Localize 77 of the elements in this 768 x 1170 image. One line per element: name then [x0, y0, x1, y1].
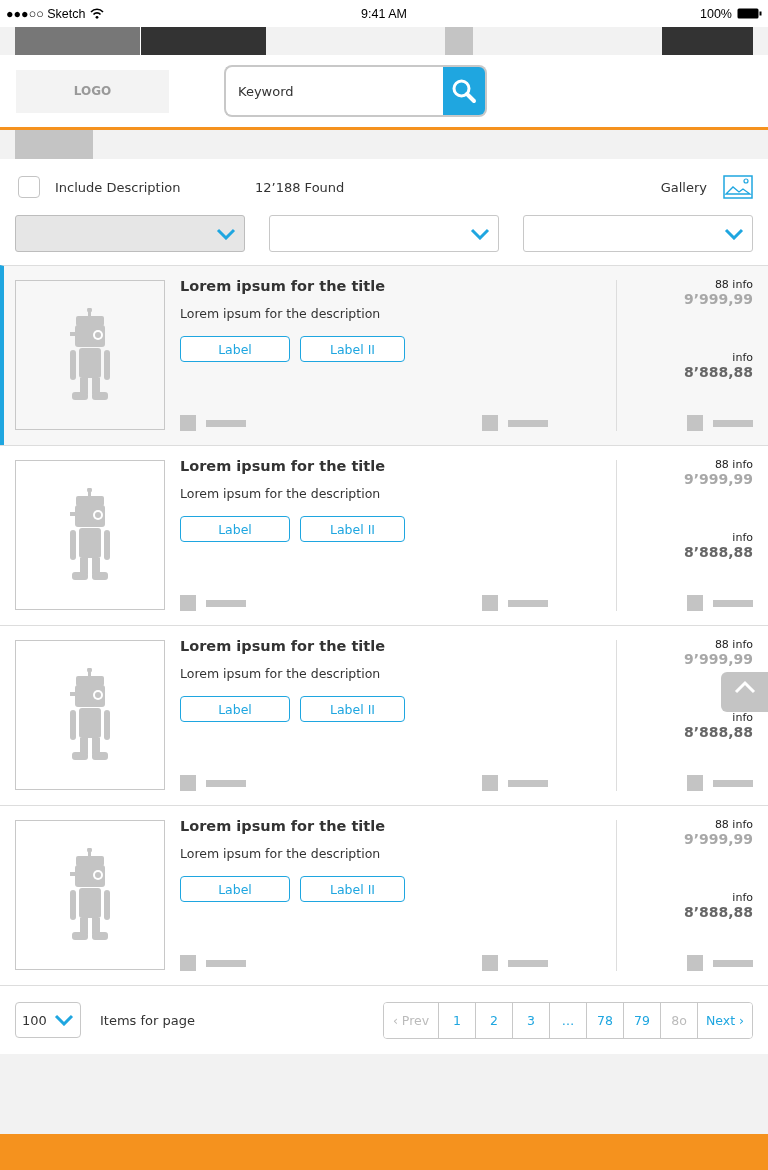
page-size-value: 100 [22, 1012, 47, 1028]
nav-placeholder[interactable] [15, 27, 141, 55]
result-description: Lorem ipsum for the description [180, 666, 382, 681]
nav-placeholder[interactable] [445, 27, 473, 55]
robot-icon [68, 308, 112, 402]
label-tag[interactable]: Label [180, 696, 290, 722]
robot-icon [68, 488, 112, 582]
placeholder-icon [180, 595, 196, 611]
placeholder-icon [180, 775, 196, 791]
result-title[interactable]: Lorem ipsum for the title [180, 638, 548, 654]
price: 8’888,88 [683, 904, 753, 920]
chevron-down-icon [53, 1014, 74, 1026]
nav-placeholder[interactable] [141, 27, 266, 55]
checkbox[interactable] [18, 176, 40, 198]
image-icon[interactable] [723, 175, 753, 199]
placeholder-icon [482, 955, 498, 971]
placeholder-icon [687, 595, 703, 611]
info-text: 88 info [714, 638, 753, 651]
old-price: 9’999,99 [683, 471, 753, 487]
price: 8’888,88 [683, 724, 753, 740]
result-title[interactable]: Lorem ipsum for the title [180, 278, 548, 294]
page-link[interactable]: Next › [697, 1002, 752, 1038]
label-tag[interactable]: Label II [300, 336, 405, 362]
tab-placeholder[interactable] [15, 130, 93, 159]
old-price: 9’999,99 [683, 651, 753, 667]
old-price: 9’999,99 [683, 831, 753, 847]
gallery-label: Gallery [660, 179, 707, 195]
page-size-label: Items for page [100, 1012, 195, 1028]
info-text: info [732, 891, 753, 904]
chevron-down-icon [724, 227, 744, 240]
info-text: 88 info [714, 458, 753, 471]
placeholder-icon [687, 955, 703, 971]
label-tag[interactable]: Label [180, 876, 290, 902]
robot-icon [68, 848, 112, 942]
result-description: Lorem ipsum for the description [180, 306, 382, 321]
label-tag[interactable]: Label II [300, 516, 405, 542]
info-text: info [732, 711, 753, 724]
label-tag[interactable]: Label II [300, 876, 405, 902]
placeholder-icon [482, 775, 498, 791]
info-text: info [732, 531, 753, 544]
status-time: 9:41 AM [360, 6, 408, 21]
robot-icon [68, 668, 112, 762]
battery-icon [737, 8, 762, 19]
label-tag[interactable]: Label II [300, 696, 405, 722]
placeholder-icon [180, 415, 196, 431]
dropdown[interactable] [523, 215, 753, 252]
result-description: Lorem ipsum for the description [180, 486, 382, 501]
label-tag[interactable]: Label [180, 336, 290, 362]
logo[interactable]: LOGO [16, 69, 169, 113]
result-title[interactable]: Lorem ipsum for the title [180, 458, 548, 474]
scroll-top-button[interactable] [721, 672, 768, 712]
placeholder-icon [482, 415, 498, 431]
chevron-down-icon [216, 227, 236, 240]
old-price: 9’999,99 [683, 291, 753, 307]
label-tag[interactable]: Label [180, 516, 290, 542]
result-title[interactable]: Lorem ipsum for the title [180, 818, 548, 834]
placeholder-icon [482, 595, 498, 611]
info-text: 88 info [714, 278, 753, 291]
info-text: info [732, 351, 753, 364]
result-count: 12’188 Found [255, 179, 345, 195]
wifi-icon [90, 8, 105, 19]
price: 8’888,88 [683, 364, 753, 380]
placeholder-icon [687, 775, 703, 791]
nav-placeholder[interactable] [662, 27, 753, 55]
dropdown[interactable] [269, 215, 499, 252]
checkbox-label: Include Description [55, 179, 182, 195]
result-row[interactable]: Lorem ipsum for the title Lorem ipsum for the description Label Label II 88 info 9’999,99 info 8’888,88 [0, 265, 768, 445]
info-text: 88 info [714, 818, 753, 831]
page-size-select[interactable]: 100 [15, 1002, 81, 1038]
battery-percent: 100% [700, 6, 732, 21]
chevron-down-icon [470, 227, 490, 240]
chevron-up-icon [733, 680, 756, 694]
placeholder-icon [687, 415, 703, 431]
result-description: Lorem ipsum for the description [180, 846, 382, 861]
price: 8’888,88 [683, 544, 753, 560]
carrier-label: ●●●○○ Sketch [6, 6, 86, 21]
placeholder-icon [180, 955, 196, 971]
